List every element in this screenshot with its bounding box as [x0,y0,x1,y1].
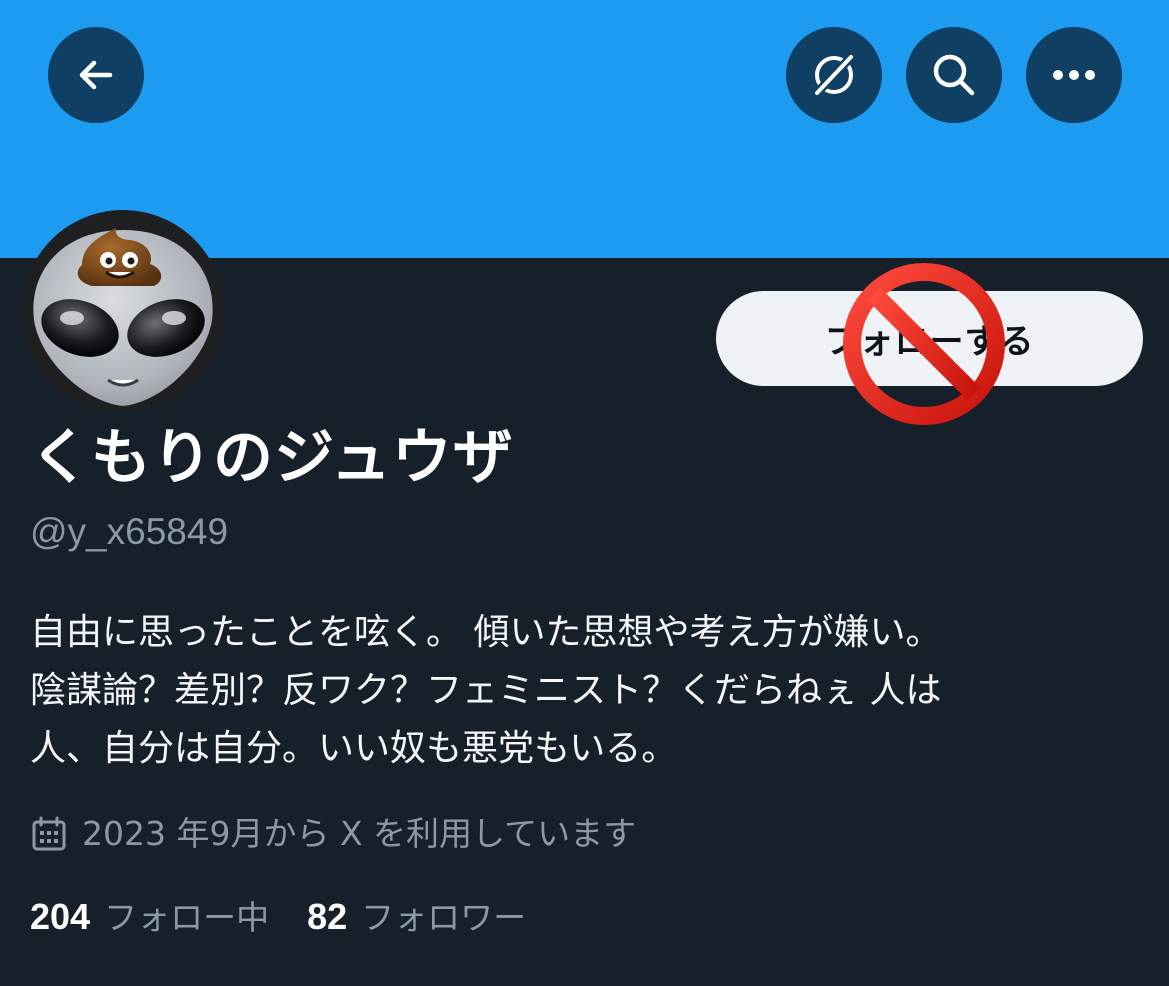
more-dots-icon [1053,70,1095,80]
more-options-button[interactable] [1026,27,1122,123]
prohibited-sign-icon [843,263,1005,425]
join-date-text: 2023 年9月から X を利用しています [82,814,637,853]
followers-count[interactable]: 82 [307,895,347,939]
alien-poop-avatar-image [22,210,224,412]
following-count[interactable]: 204 [30,895,90,939]
display-name: くもりのジュウザ [30,423,514,493]
profile-banner[interactable] [0,0,1169,258]
grok-slash-icon [812,52,856,98]
followers-label[interactable]: フォロワー [361,896,526,940]
arrow-left-icon [79,60,113,90]
follow-stats: 204 フォロー中 82 フォロワー [30,895,526,940]
join-date: 2023 年9月から X を利用しています [30,812,636,856]
bio-line: 陰謀論？差別？反ワク？フェミニスト？くだらねぇ 人は [30,670,942,711]
calendar-icon [32,816,66,851]
following-label[interactable]: フォロー中 [104,896,269,940]
user-handle: @y_x65849 [30,511,229,552]
back-button[interactable] [48,27,144,123]
bio-line: 人、自分は自分。いい奴も悪党もいる。 [30,728,678,769]
bio-line: 自由に思ったことを呟く。 傾いた思想や考え方が嫌い。 [30,612,942,653]
search-icon [933,54,975,96]
profile-bio: 自由に思ったことを呟く。 傾いた思想や考え方が嫌い。 陰謀論？差別？反ワク？フェ… [30,604,1140,778]
search-button[interactable] [906,27,1002,123]
grok-button[interactable] [786,27,882,123]
avatar[interactable] [22,210,224,412]
